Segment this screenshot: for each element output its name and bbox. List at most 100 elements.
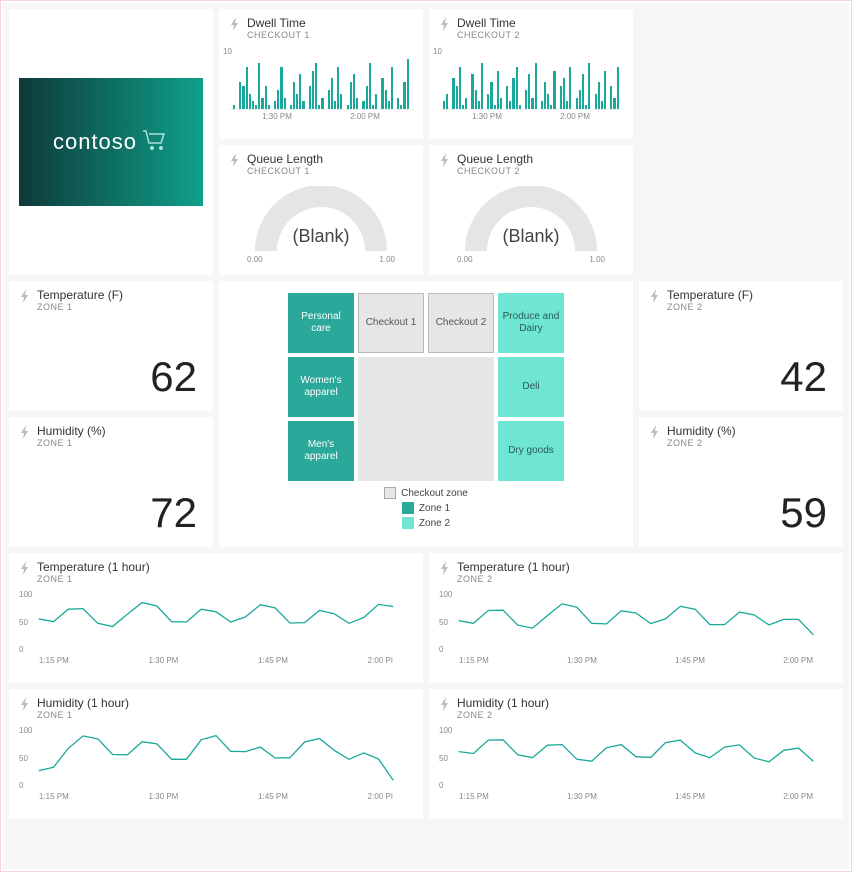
legend-swatch-checkout	[384, 487, 396, 499]
legend-label: Zone 2	[419, 518, 450, 529]
tile-title: Temperature (1 hour)	[37, 561, 150, 574]
x-tick: 1:45 PM	[675, 656, 705, 665]
store-map-grid: Personal care Checkout 1 Checkout 2 Prod…	[229, 293, 623, 481]
gauge-value: (Blank)	[292, 226, 349, 247]
tile-title: Dwell Time	[457, 17, 520, 30]
queue-length-checkout2-tile[interactable]: Queue Length CHECKOUT 2 (Blank) 0.00 1.0…	[429, 145, 633, 275]
bolt-icon	[19, 289, 31, 303]
x-tick: 2:00 PM	[783, 656, 813, 665]
x-tick: 2:00 PM	[783, 792, 813, 801]
humidity-zone2-tile[interactable]: Humidity (%) ZONE 2 59	[639, 417, 843, 547]
y-tick: 100	[19, 726, 32, 735]
temperature-zone2-tile[interactable]: Temperature (F) ZONE 2 42	[639, 281, 843, 411]
tile-title: Temperature (F)	[37, 289, 123, 302]
gauge-min: 0.00	[457, 255, 473, 264]
line-chart	[439, 590, 833, 654]
logo-tile: contoso	[9, 9, 213, 275]
y-tick: 50	[439, 618, 452, 627]
temperature-zone1-tile[interactable]: Temperature (F) ZONE 1 62	[9, 281, 213, 411]
y-tick: 10	[433, 47, 442, 56]
line-chart	[19, 590, 413, 654]
bolt-icon	[439, 17, 451, 31]
map-deli[interactable]: Deli	[498, 357, 564, 417]
legend-label: Checkout zone	[401, 488, 468, 499]
y-tick: 0	[439, 645, 452, 654]
x-tick: 1:30 PM	[567, 656, 597, 665]
map-womens-apparel[interactable]: Women's apparel	[288, 357, 354, 417]
tile-subtitle: CHECKOUT 2	[457, 166, 533, 176]
y-tick: 100	[19, 590, 32, 599]
tile-title: Queue Length	[457, 153, 533, 166]
temperature-1hour-zone2-tile[interactable]: Temperature (1 hour) ZONE 2 100500 1:15 …	[429, 553, 843, 683]
y-tick: 0	[19, 645, 32, 654]
y-tick: 0	[439, 781, 452, 790]
logo-text: contoso	[53, 129, 137, 155]
line-chart	[439, 726, 833, 790]
tile-subtitle: ZONE 1	[37, 710, 129, 720]
x-tick: 2:00 PM	[560, 112, 590, 121]
store-map-tile[interactable]: Personal care Checkout 1 Checkout 2 Prod…	[219, 281, 633, 547]
tile-subtitle: ZONE 2	[457, 574, 570, 584]
dwell-time-checkout2-tile[interactable]: Dwell Time CHECKOUT 2 10 1:30 PM 2:00 PM	[429, 9, 633, 139]
x-tick: 1:30 PM	[149, 792, 179, 801]
tile-subtitle: CHECKOUT 1	[247, 166, 323, 176]
temperature-1hour-zone1-tile[interactable]: Temperature (1 hour) ZONE 1 100500 1:15 …	[9, 553, 423, 683]
gauge-max: 1.00	[379, 255, 395, 264]
tile-title: Humidity (%)	[667, 425, 736, 438]
dwell2-bars	[439, 50, 623, 110]
y-tick: 0	[19, 781, 32, 790]
tile-subtitle: ZONE 2	[667, 438, 736, 448]
legend-swatch-zone1	[402, 502, 414, 514]
map-dry-goods[interactable]: Dry goods	[498, 421, 564, 481]
legend-swatch-zone2	[402, 517, 414, 529]
x-tick: 1:15 PM	[39, 656, 69, 665]
map-produce-dairy[interactable]: Produce and Dairy	[498, 293, 564, 353]
humidity-1hour-zone1-tile[interactable]: Humidity (1 hour) ZONE 1 100500 1:15 PM …	[9, 689, 423, 819]
humidity-1hour-zone2-tile[interactable]: Humidity (1 hour) ZONE 2 100500 1:15 PM …	[429, 689, 843, 819]
x-tick: 1:15 PM	[459, 792, 489, 801]
bolt-icon	[439, 153, 451, 167]
dwell-time-checkout1-tile[interactable]: Dwell Time CHECKOUT 1 10 1:30 PM 2:00 PM	[219, 9, 423, 139]
store-map-legend: Checkout zone Zone 1 Zone 2	[229, 487, 623, 529]
y-tick: 10	[223, 47, 232, 56]
tile-title: Dwell Time	[247, 17, 310, 30]
x-tick: 1:30 PM	[567, 792, 597, 801]
bolt-icon	[229, 153, 241, 167]
tile-title: Temperature (F)	[667, 289, 753, 302]
bolt-icon	[439, 697, 451, 711]
bolt-icon	[19, 697, 31, 711]
x-tick: 1:30 PM	[262, 112, 292, 121]
bolt-icon	[19, 561, 31, 575]
y-tick: 50	[19, 754, 32, 763]
x-tick: 1:30 PM	[472, 112, 502, 121]
tile-subtitle: ZONE 2	[457, 710, 549, 720]
kpi-value: 59	[780, 489, 827, 537]
queue-length-checkout1-tile[interactable]: Queue Length CHECKOUT 1 (Blank) 0.00 1.0…	[219, 145, 423, 275]
x-tick: 1:15 PM	[459, 656, 489, 665]
map-checkout2[interactable]: Checkout 2	[428, 293, 494, 353]
gauge-min: 0.00	[247, 255, 263, 264]
x-tick: 2:00 PI	[368, 792, 393, 801]
line-chart	[19, 726, 413, 790]
tile-subtitle: ZONE 1	[37, 574, 150, 584]
tile-subtitle: CHECKOUT 2	[457, 30, 520, 40]
kpi-value: 42	[780, 353, 827, 401]
x-tick: 1:45 PM	[258, 656, 288, 665]
cart-icon	[141, 128, 169, 155]
dashboard-grid: contoso Dwell Time CHECKOUT 1 10 1:30 PM…	[3, 3, 849, 869]
map-checkout1[interactable]: Checkout 1	[358, 293, 424, 353]
map-center	[358, 357, 494, 481]
map-personal-care[interactable]: Personal care	[288, 293, 354, 353]
y-tick: 50	[439, 754, 452, 763]
map-mens-apparel[interactable]: Men's apparel	[288, 421, 354, 481]
humidity-zone1-tile[interactable]: Humidity (%) ZONE 1 72	[9, 417, 213, 547]
y-tick: 100	[439, 726, 452, 735]
tile-title: Humidity (1 hour)	[37, 697, 129, 710]
empty	[639, 9, 843, 275]
x-tick: 1:15 PM	[39, 792, 69, 801]
x-tick: 1:45 PM	[675, 792, 705, 801]
x-tick: 2:00 PM	[350, 112, 380, 121]
gauge-max: 1.00	[589, 255, 605, 264]
tile-subtitle: ZONE 1	[37, 302, 123, 312]
tile-title: Temperature (1 hour)	[457, 561, 570, 574]
